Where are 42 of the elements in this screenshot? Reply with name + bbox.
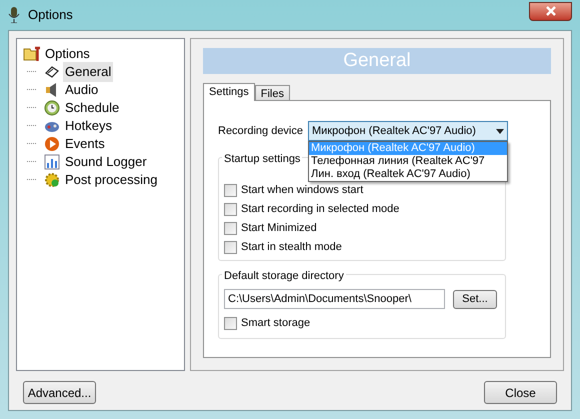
- tab[interactable]: Settings: [203, 83, 255, 101]
- checkbox-label: Start recording in selected mode: [241, 202, 400, 218]
- set-button[interactable]: Set...: [453, 290, 497, 308]
- close-button[interactable]: [529, 2, 572, 20]
- window-title: Options: [28, 6, 74, 24]
- checkbox-label: Start Minimized: [241, 221, 317, 236]
- tree-item[interactable]: Audio: [63, 80, 100, 100]
- tree-item[interactable]: Schedule: [63, 98, 122, 118]
- bar-chart-icon: [44, 154, 60, 170]
- folder-tools-icon: [23, 46, 41, 62]
- tree-item[interactable]: Post processing: [63, 170, 160, 190]
- clock-icon: [44, 100, 60, 116]
- checkbox[interactable]: [224, 203, 237, 216]
- recording-device-label: Recording device: [218, 124, 303, 139]
- tree-item[interactable]: Events: [63, 134, 107, 154]
- path-field[interactable]: C:\Users\Admin\Documents\Snooper\: [224, 289, 445, 309]
- checkbox-label: Smart storage: [241, 316, 310, 332]
- caret-icon: [496, 128, 504, 134]
- advanced-button[interactable]: Advanced...: [23, 381, 96, 404]
- checkbox[interactable]: [224, 241, 237, 254]
- checkbox-label: Start when windows start: [241, 183, 364, 198]
- section-header: General: [203, 48, 551, 74]
- checkbox[interactable]: [224, 184, 237, 197]
- group-title: Startup settings: [222, 151, 302, 168]
- tab[interactable]: Files: [254, 85, 290, 101]
- tree-item[interactable]: Sound Logger: [63, 152, 149, 172]
- notebook-icon: [44, 64, 60, 80]
- gear-icon: [44, 172, 60, 188]
- group-title: Default storage directory: [222, 268, 346, 284]
- checkbox[interactable]: [224, 222, 237, 235]
- dropdown-option[interactable]: Лин. вход (Realtek AC'97 Audio): [309, 168, 507, 181]
- checkbox-label: Start in stealth mode: [241, 240, 342, 256]
- tree-item[interactable]: General: [63, 62, 114, 82]
- recording-device-dropdown[interactable]: Микрофон (Realtek AC'97 Audio): [308, 121, 508, 141]
- tree-item[interactable]: Hotkeys: [63, 116, 114, 136]
- dropdown-option[interactable]: Телефонная линия (Realtek AC'97: [309, 155, 507, 168]
- dialog-close-button[interactable]: Close: [484, 381, 557, 404]
- tree-root-label[interactable]: Options: [45, 44, 90, 64]
- checkbox[interactable]: [224, 317, 237, 330]
- close-icon: [546, 6, 556, 16]
- microphone-icon: [8, 7, 20, 23]
- play-icon: [44, 136, 60, 152]
